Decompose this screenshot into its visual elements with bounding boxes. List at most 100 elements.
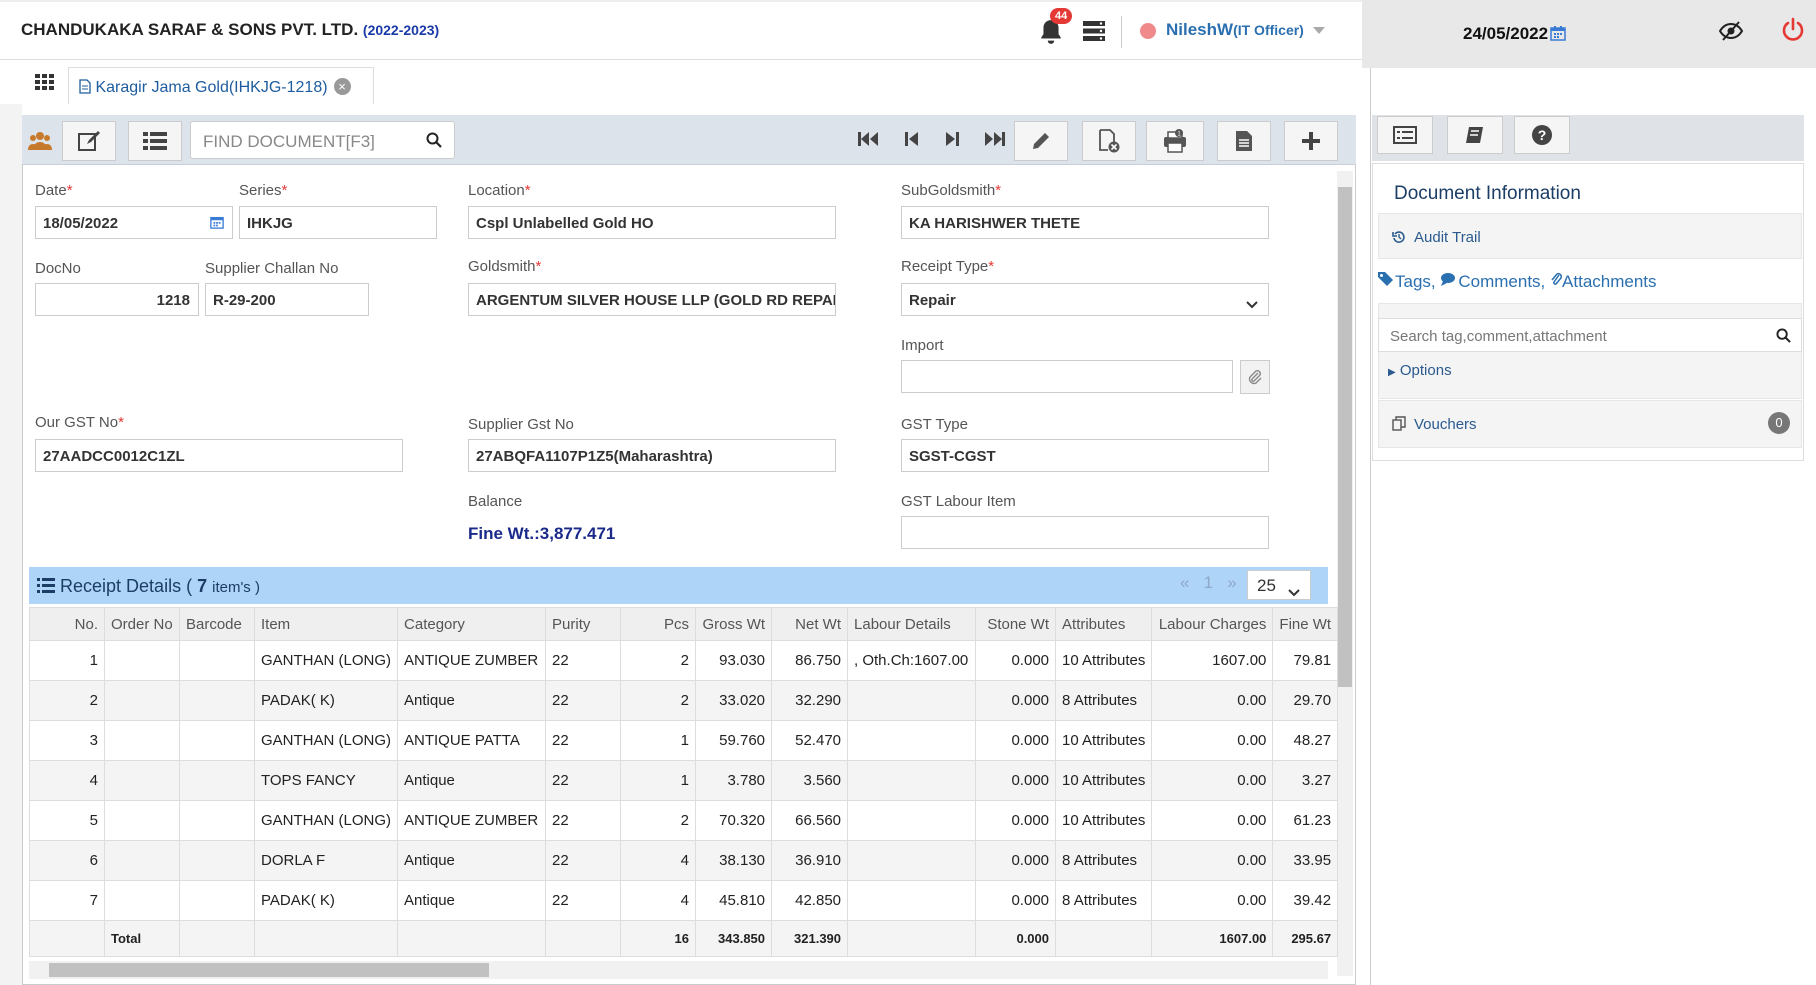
- docno-field[interactable]: 1218: [35, 283, 199, 316]
- total-cell: 1607.00: [1151, 920, 1274, 957]
- column-header[interactable]: Category: [397, 607, 547, 641]
- series-field[interactable]: IHKJG: [239, 206, 437, 239]
- table-cell: [104, 640, 180, 681]
- current-date: 24/05/2022: [1463, 24, 1549, 43]
- challan-field[interactable]: R-29-200: [205, 283, 369, 316]
- table-row[interactable]: 3 GANTHAN (LONG) ANTIQUE PATTA 22 1 59.760 52.…: [29, 720, 1339, 761]
- table-row[interactable]: 1 GANTHAN (LONG) ANTIQUE ZUMBER 22 2 93.030 86…: [29, 640, 1339, 681]
- copy-icon: [1392, 416, 1406, 431]
- subgoldsmith-field[interactable]: KA HARISHWER THETE: [901, 206, 1269, 239]
- audit-trail-link[interactable]: Audit Trail: [1378, 213, 1802, 259]
- table-cell: 3.780: [695, 760, 773, 801]
- receipt-type-select[interactable]: Repair: [901, 283, 1269, 316]
- series-label: Series*: [239, 182, 288, 199]
- user-menu[interactable]: NileshW(IT Officer): [1166, 20, 1304, 40]
- docno-label: DocNo: [35, 260, 81, 277]
- column-header[interactable]: No.: [29, 607, 105, 641]
- options-toggle[interactable]: ▶ Options: [1388, 362, 1452, 379]
- receipt-type-label: Receipt Type*: [901, 258, 995, 275]
- gst-type-field[interactable]: SGST-CGST: [901, 439, 1269, 472]
- list-view-button[interactable]: [128, 121, 182, 161]
- table-cell: 66.560: [771, 800, 849, 841]
- search-icon[interactable]: [1776, 328, 1791, 347]
- calendar-icon[interactable]: [210, 215, 224, 233]
- calendar-icon[interactable]: [1550, 25, 1566, 46]
- first-record-icon[interactable]: [858, 131, 880, 152]
- power-icon[interactable]: [1780, 17, 1806, 48]
- print-button[interactable]: 1: [1146, 121, 1204, 161]
- server-icon[interactable]: [1082, 20, 1106, 47]
- table-row[interactable]: 2 PADAK( K) Antique 22 2 33.020 32.290 0.000 8 A…: [29, 680, 1339, 721]
- page-prev-button[interactable]: «: [1180, 573, 1189, 592]
- table-cell: Antique: [397, 760, 547, 801]
- table-row[interactable]: 5 GANTHAN (LONG) ANTIQUE ZUMBER 22 2 70.320 66…: [29, 800, 1339, 841]
- total-cell: [29, 920, 105, 957]
- add-new-button[interactable]: [1284, 121, 1338, 161]
- eye-slash-icon[interactable]: [1718, 19, 1744, 48]
- search-icon[interactable]: [426, 132, 442, 153]
- column-header[interactable]: Stone Wt: [975, 607, 1057, 641]
- tag-search-input[interactable]: Search tag,comment,attachment: [1378, 318, 1802, 352]
- tags-link[interactable]: Tags,: [1395, 272, 1436, 291]
- edit-button[interactable]: [62, 121, 116, 161]
- page-number[interactable]: 1: [1204, 573, 1213, 592]
- location-field[interactable]: Cspl Unlabelled Gold HO: [468, 206, 836, 239]
- column-header[interactable]: Pcs: [620, 607, 697, 641]
- vertical-scrollbar[interactable]: [1337, 171, 1353, 976]
- date-field[interactable]: 18/05/2022: [35, 206, 233, 239]
- modify-button[interactable]: [1014, 121, 1068, 161]
- column-header[interactable]: Item: [253, 607, 399, 641]
- help-button[interactable]: ?: [1514, 116, 1570, 154]
- page-next-button[interactable]: »: [1227, 573, 1236, 592]
- column-header[interactable]: Attributes: [1055, 607, 1153, 641]
- report-button[interactable]: [1217, 121, 1271, 161]
- gst-labour-field[interactable]: [901, 516, 1269, 549]
- horizontal-scrollbar[interactable]: [29, 961, 1328, 979]
- supplier-gst-field[interactable]: 27ABQFA1107P1Z5(Maharashtra): [468, 439, 836, 472]
- sidebar-book-button[interactable]: [1447, 116, 1503, 154]
- column-header[interactable]: Gross Wt: [695, 607, 773, 641]
- column-header[interactable]: Net Wt: [771, 607, 849, 641]
- column-header[interactable]: Barcode: [179, 607, 255, 641]
- table-cell: 70.320: [695, 800, 773, 841]
- help-icon: ?: [1532, 125, 1552, 145]
- previous-record-icon[interactable]: [905, 131, 919, 152]
- comments-link[interactable]: Comments,: [1458, 272, 1545, 291]
- table-cell: [179, 640, 255, 681]
- column-header[interactable]: Labour Details: [847, 607, 977, 641]
- tab-karagir-jama-gold[interactable]: Karagir Jama Gold(IHKJG-1218) ×: [68, 67, 374, 104]
- next-record-icon[interactable]: [945, 131, 959, 152]
- table-row[interactable]: 6 DORLA F Antique 22 4 38.130 36.910 0.000 8 Att…: [29, 840, 1339, 881]
- column-header[interactable]: Purity: [545, 607, 622, 641]
- sidebar-list-button[interactable]: [1377, 116, 1433, 154]
- paperclip-button[interactable]: [1240, 360, 1270, 394]
- total-cell: Total: [104, 920, 180, 957]
- left-gutter: [0, 104, 22, 985]
- import-field[interactable]: [901, 360, 1233, 393]
- cancel-document-button[interactable]: [1082, 121, 1136, 161]
- divider: [1121, 16, 1122, 48]
- file-text-icon: [1236, 131, 1252, 151]
- vouchers-link[interactable]: Vouchers: [1378, 400, 1802, 448]
- table-row[interactable]: 7 PADAK( K) Antique 22 4 45.810 42.850 0.000 8 A…: [29, 880, 1339, 921]
- column-header[interactable]: Order No: [104, 607, 180, 641]
- find-document-input[interactable]: FIND DOCUMENT[F3]: [190, 121, 455, 159]
- table-row[interactable]: 4 TOPS FANCY Antique 22 1 3.780 3.560 0.000 10 A…: [29, 760, 1339, 801]
- users-icon[interactable]: [28, 130, 52, 157]
- receipt-details-title: Receipt Details ( 7 item's ): [37, 576, 260, 597]
- goldsmith-field[interactable]: ARGENTUM SILVER HOUSE LLP (GOLD RD REPAI…: [468, 283, 836, 316]
- column-header[interactable]: Fine Wt: [1272, 607, 1339, 641]
- close-icon[interactable]: ×: [333, 78, 351, 95]
- our-gst-field[interactable]: 27AADCC0012C1ZL: [35, 439, 403, 472]
- table-cell: 10 Attributes: [1055, 640, 1153, 681]
- column-header[interactable]: Labour Charges: [1151, 607, 1274, 641]
- attachments-link[interactable]: Attachments: [1562, 272, 1657, 291]
- table-cell: 0.000: [975, 720, 1057, 761]
- tag-icon: [1377, 272, 1395, 291]
- page-size-select[interactable]: 25: [1247, 570, 1311, 600]
- total-cell: [253, 920, 399, 957]
- apps-grid-icon[interactable]: [35, 74, 55, 95]
- financial-year[interactable]: (2022-2023): [363, 22, 439, 38]
- chevron-down-icon[interactable]: [1313, 27, 1325, 34]
- last-record-icon[interactable]: [983, 131, 1005, 152]
